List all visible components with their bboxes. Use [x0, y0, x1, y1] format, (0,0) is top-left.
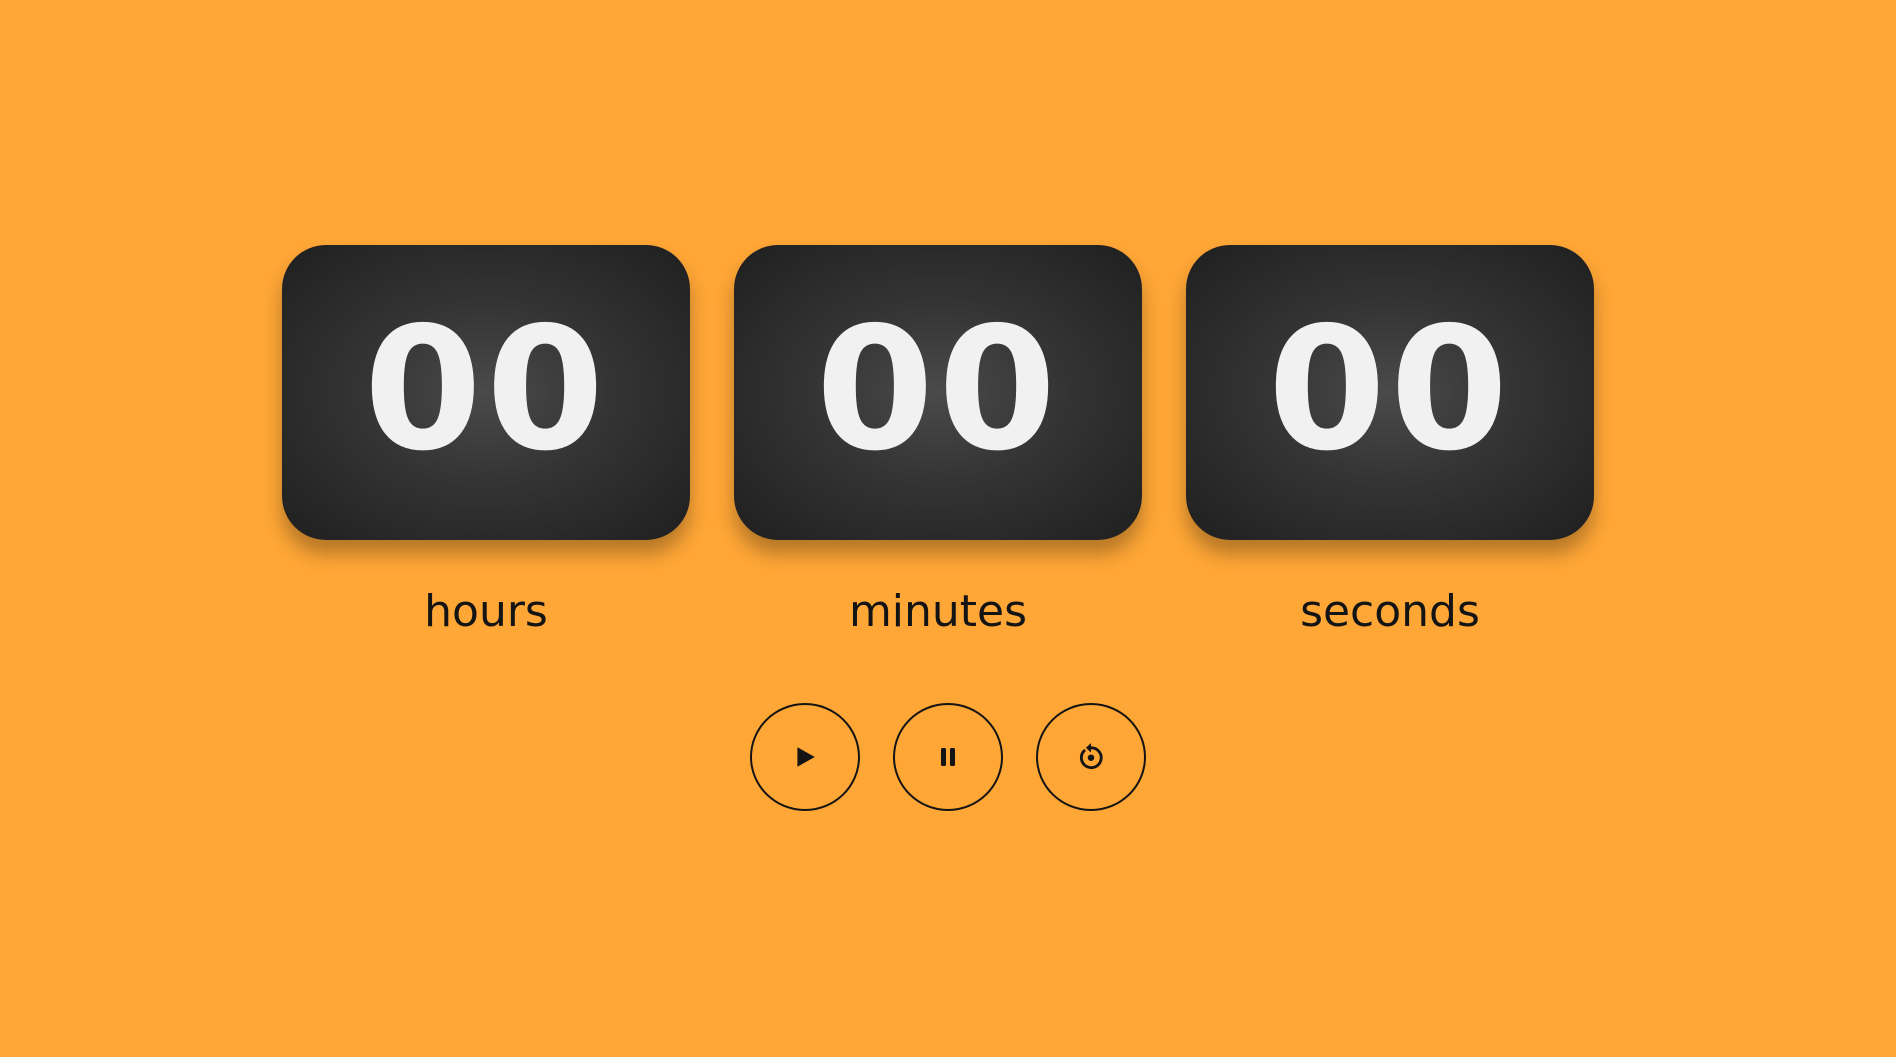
hours-card: 00 — [282, 245, 690, 540]
hours-label: hours — [424, 586, 548, 637]
hours-value: 00 — [363, 290, 609, 489]
minutes-value: 00 — [815, 290, 1061, 489]
reset-button[interactable] — [1036, 703, 1146, 811]
pause-icon — [941, 748, 955, 766]
seconds-label: seconds — [1300, 586, 1480, 637]
timer-controls — [750, 703, 1146, 811]
seconds-unit: 00 seconds — [1186, 245, 1594, 634]
seconds-card: 00 — [1186, 245, 1594, 540]
play-icon — [797, 747, 815, 767]
pause-button[interactable] — [893, 703, 1003, 811]
timer-display: 00 hours 00 minutes 00 seconds — [282, 245, 1594, 634]
reset-icon — [1079, 743, 1103, 770]
minutes-unit: 00 minutes — [734, 245, 1142, 634]
minutes-card: 00 — [734, 245, 1142, 540]
seconds-value: 00 — [1267, 290, 1513, 489]
hours-unit: 00 hours — [282, 245, 690, 634]
play-button[interactable] — [750, 703, 860, 811]
minutes-label: minutes — [848, 586, 1028, 637]
